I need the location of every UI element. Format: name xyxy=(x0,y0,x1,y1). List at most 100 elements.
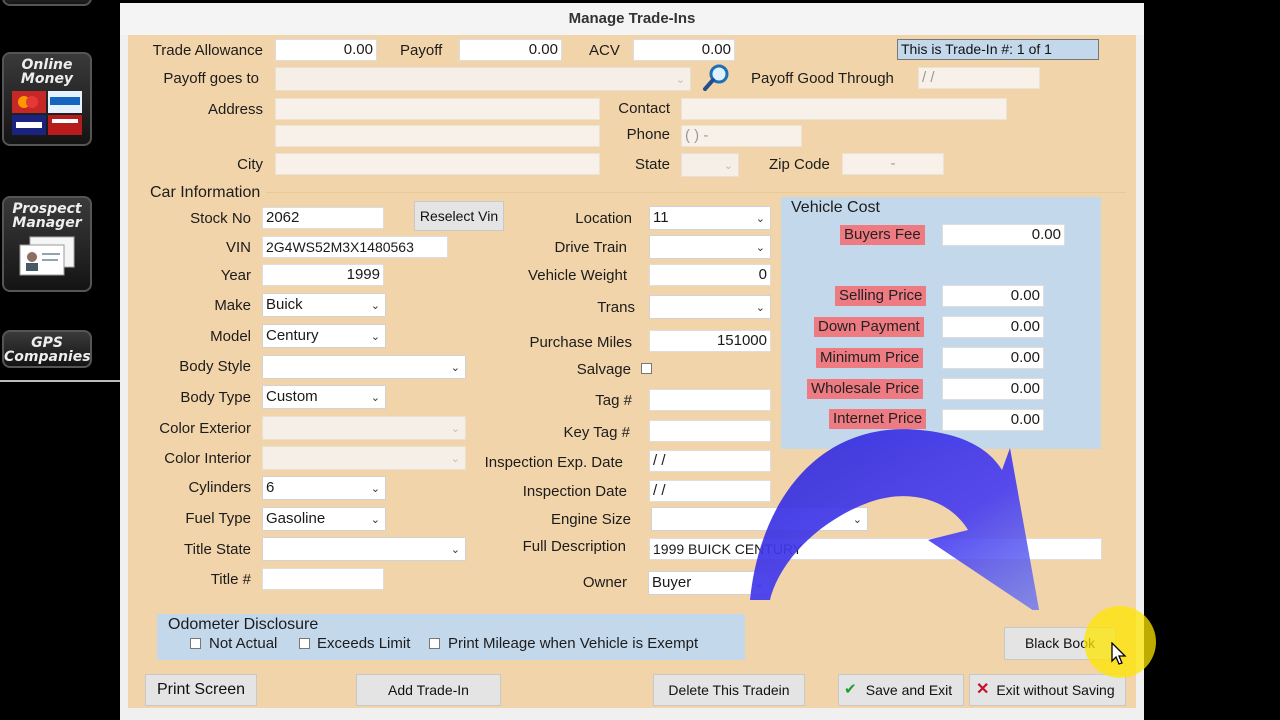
make-label: Make xyxy=(214,297,251,314)
odometer-disclosure-heading: Odometer Disclosure xyxy=(168,616,319,633)
gps-companies-button[interactable]: GPS Companies xyxy=(2,330,92,368)
contact-label: Contact xyxy=(618,100,670,117)
phone-field[interactable]: ( ) - xyxy=(681,125,802,147)
down-payment-label: Down Payment xyxy=(814,317,924,337)
wholesale-price-field[interactable]: 0.00 xyxy=(942,378,1044,400)
model-label: Model xyxy=(210,328,251,345)
trans-label: Trans xyxy=(597,299,635,316)
prospect-manager-button[interactable]: Prospect Manager xyxy=(2,196,92,292)
stock-no-field[interactable]: 2062 xyxy=(262,207,384,229)
salvage-checkbox[interactable] xyxy=(641,363,652,374)
check-icon: ✔ xyxy=(844,681,857,698)
vehicle-cost-heading: Vehicle Cost xyxy=(791,199,880,216)
close-x-icon: ✕ xyxy=(976,681,990,698)
engine-size-label: Engine Size xyxy=(550,511,631,528)
delete-tradein-button[interactable]: Delete This Tradein xyxy=(653,674,805,706)
color-interior-label: Color Interior xyxy=(164,450,251,467)
selling-price-field[interactable]: 0.00 xyxy=(942,285,1044,307)
address-line2-field[interactable] xyxy=(275,125,600,147)
sidebar-button-partial[interactable] xyxy=(2,0,92,6)
chevron-down-icon: ⌄ xyxy=(755,302,765,314)
trans-select[interactable]: ⌄ xyxy=(649,295,771,319)
owner-label: Owner xyxy=(582,574,627,591)
save-and-exit-button[interactable]: ✔ Save and Exit xyxy=(838,674,964,706)
body-type-value: Custom xyxy=(266,388,318,405)
model-select[interactable]: Century ⌄ xyxy=(262,324,386,348)
make-select[interactable]: Buick ⌄ xyxy=(262,293,386,317)
payoff-good-through-field[interactable]: / / xyxy=(918,67,1040,89)
chevron-down-icon: ⌄ xyxy=(450,453,460,465)
salvage-label: Salvage xyxy=(576,361,631,378)
contact-field[interactable] xyxy=(681,98,1007,120)
chevron-down-icon: ⌄ xyxy=(370,392,380,404)
exceeds-limit-checkbox[interactable] xyxy=(299,638,310,649)
purchase-miles-label: Purchase Miles xyxy=(529,334,632,351)
vin-label: VIN xyxy=(225,239,251,256)
payoff-field[interactable]: 0.00 xyxy=(459,39,562,61)
title-state-label: Title State xyxy=(184,541,251,558)
buyers-fee-field[interactable]: 0.00 xyxy=(942,224,1065,246)
trade-allowance-label: Trade Allowance xyxy=(152,42,263,59)
year-field[interactable]: 1999 xyxy=(262,264,384,286)
not-actual-checkbox[interactable] xyxy=(190,638,201,649)
gps-companies-label: GPS Companies xyxy=(4,335,91,365)
prospect-manager-label: Prospect Manager xyxy=(12,201,82,231)
chevron-down-icon: ⌄ xyxy=(370,331,380,343)
purchase-miles-field[interactable]: 151000 xyxy=(649,330,771,352)
vin-field[interactable]: 2G4WS52M3X1480563 xyxy=(262,236,448,258)
chevron-down-icon: ⌄ xyxy=(755,242,765,254)
fuel-type-select[interactable]: Gasoline ⌄ xyxy=(262,507,386,531)
trade-allowance-field[interactable]: 0.00 xyxy=(275,39,377,61)
address-line1-field[interactable] xyxy=(275,98,600,120)
exit-without-saving-button[interactable]: ✕ Exit without Saving xyxy=(969,674,1126,706)
body-type-label: Body Type xyxy=(180,389,251,406)
magnifier-icon[interactable] xyxy=(700,62,732,94)
make-value: Buick xyxy=(266,296,303,313)
fuel-type-value: Gasoline xyxy=(266,510,326,527)
car-information-divider xyxy=(266,192,1126,193)
vehicle-weight-label: Vehicle Weight xyxy=(528,267,627,284)
buyers-fee-label: Buyers Fee xyxy=(840,225,925,245)
body-type-select[interactable]: Custom ⌄ xyxy=(262,385,386,409)
chevron-down-icon: ⌄ xyxy=(675,74,685,86)
inspection-date-label: Inspection Date xyxy=(522,483,627,500)
inspection-exp-date-label: Inspection Exp. Date xyxy=(484,454,623,471)
zip-code-label: Zip Code xyxy=(769,156,830,173)
exceeds-limit-label: Exceeds Limit xyxy=(317,635,411,652)
vehicle-weight-field[interactable]: 0 xyxy=(649,264,771,286)
acv-label: ACV xyxy=(589,42,620,59)
chevron-down-icon: ⌄ xyxy=(450,544,460,556)
online-money-label: Online Money xyxy=(20,57,74,87)
acv-field[interactable]: 0.00 xyxy=(633,39,735,61)
payoff-label: Payoff xyxy=(400,42,443,59)
title-no-field[interactable] xyxy=(262,568,384,590)
down-payment-field[interactable]: 0.00 xyxy=(942,316,1044,338)
body-style-label: Body Style xyxy=(179,358,251,375)
title-state-select[interactable]: ⌄ xyxy=(262,537,466,561)
drive-train-select[interactable]: ⌄ xyxy=(649,235,771,259)
payoff-goes-to-label: Payoff goes to xyxy=(163,70,259,87)
payoff-goes-to-select[interactable]: ⌄ xyxy=(275,67,691,91)
minimum-price-field[interactable]: 0.00 xyxy=(942,347,1044,369)
tag-label: Tag # xyxy=(595,392,632,409)
body-style-select[interactable]: ⌄ xyxy=(262,355,466,379)
print-mileage-checkbox[interactable] xyxy=(429,638,440,649)
city-field[interactable] xyxy=(275,153,600,175)
color-exterior-select[interactable]: ⌄ xyxy=(262,416,466,440)
payment-cards-icon xyxy=(12,91,82,135)
add-tradein-button[interactable]: Add Trade-In xyxy=(356,674,501,706)
cylinders-select[interactable]: 6 ⌄ xyxy=(262,476,386,500)
chevron-down-icon: ⌄ xyxy=(450,362,460,374)
minimum-price-label: Minimum Price xyxy=(816,348,924,368)
online-money-button[interactable]: Online Money xyxy=(2,52,92,146)
mouse-pointer-icon xyxy=(1111,642,1127,665)
state-select[interactable]: ⌄ xyxy=(681,153,739,177)
fuel-type-label: Fuel Type xyxy=(185,510,251,527)
exit-without-saving-label: Exit without Saving xyxy=(996,682,1115,698)
location-select[interactable]: 11 ⌄ xyxy=(649,206,771,230)
color-interior-select[interactable]: ⌄ xyxy=(262,446,466,470)
annotation-arrow xyxy=(750,429,1040,610)
zip-code-field[interactable]: - xyxy=(842,153,944,175)
print-screen-button[interactable]: Print Screen xyxy=(145,674,257,706)
selling-price-label: Selling Price xyxy=(835,286,927,306)
